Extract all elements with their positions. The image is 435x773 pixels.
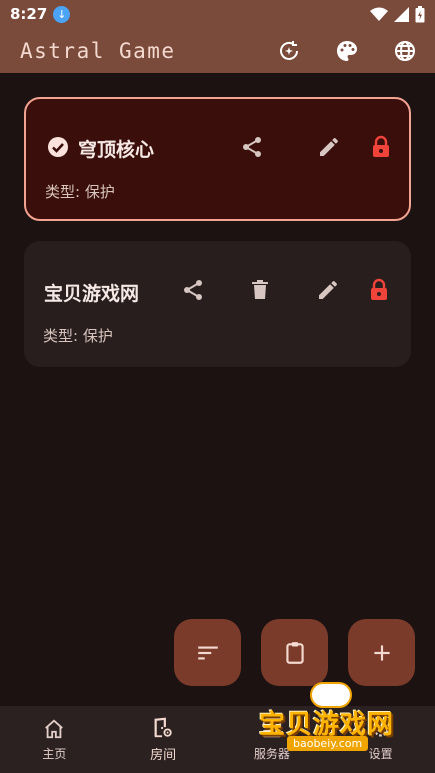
share-icon[interactable] bbox=[240, 135, 264, 159]
room-type: 类型: 保护 bbox=[43, 327, 113, 345]
edit-icon[interactable] bbox=[317, 135, 341, 159]
watermark-url: baobeiy.com bbox=[287, 736, 369, 751]
watermark: 宝贝游戏网 baobeiy.com bbox=[255, 682, 430, 770]
room-type: 类型: 保护 bbox=[45, 183, 115, 201]
language-button[interactable] bbox=[393, 39, 417, 63]
status-indicators bbox=[370, 5, 425, 23]
app-actions bbox=[277, 39, 417, 63]
signal-icon bbox=[394, 6, 409, 22]
nav-item-rooms[interactable]: 房间 bbox=[109, 706, 218, 773]
nav-label: 主页 bbox=[42, 746, 67, 761]
lock-icon[interactable] bbox=[369, 135, 393, 159]
add-room-button[interactable] bbox=[348, 619, 415, 686]
lock-icon[interactable] bbox=[367, 278, 391, 302]
edit-icon[interactable] bbox=[316, 278, 340, 302]
share-icon[interactable] bbox=[181, 278, 205, 302]
room-card[interactable]: 宝贝游戏网 类型: 保护 bbox=[24, 241, 411, 367]
check-circle-icon bbox=[46, 135, 70, 159]
room-card[interactable]: 穹顶核心 类型: 保护 bbox=[24, 97, 411, 221]
download-icon: ↓ bbox=[53, 5, 71, 23]
palette-icon bbox=[337, 40, 357, 61]
plus-icon bbox=[373, 644, 390, 661]
palette-button[interactable] bbox=[335, 39, 359, 63]
nav-item-home[interactable]: 主页 bbox=[0, 706, 109, 773]
status-time: 8:27 bbox=[10, 5, 48, 23]
sparkle-refresh-icon bbox=[280, 40, 298, 60]
theme-auto-button[interactable] bbox=[277, 39, 301, 63]
home-icon bbox=[45, 719, 64, 738]
room-name: 宝贝游戏网 bbox=[44, 283, 140, 305]
wifi-icon bbox=[370, 7, 388, 21]
room-settings-icon bbox=[154, 717, 172, 737]
battery-icon bbox=[415, 5, 425, 22]
app-title: Astral Game bbox=[20, 38, 176, 63]
nav-label: 房间 bbox=[150, 747, 177, 763]
sort-button[interactable] bbox=[174, 619, 241, 686]
room-name: 穹顶核心 bbox=[78, 139, 155, 161]
app-bar: Astral Game bbox=[0, 28, 435, 73]
paste-button[interactable] bbox=[261, 619, 328, 686]
sort-icon bbox=[197, 646, 218, 659]
status-bar: 8:27 ↓ bbox=[0, 0, 435, 28]
globe-icon bbox=[395, 40, 415, 61]
delete-icon[interactable] bbox=[248, 278, 272, 302]
clipboard-icon bbox=[285, 641, 304, 664]
